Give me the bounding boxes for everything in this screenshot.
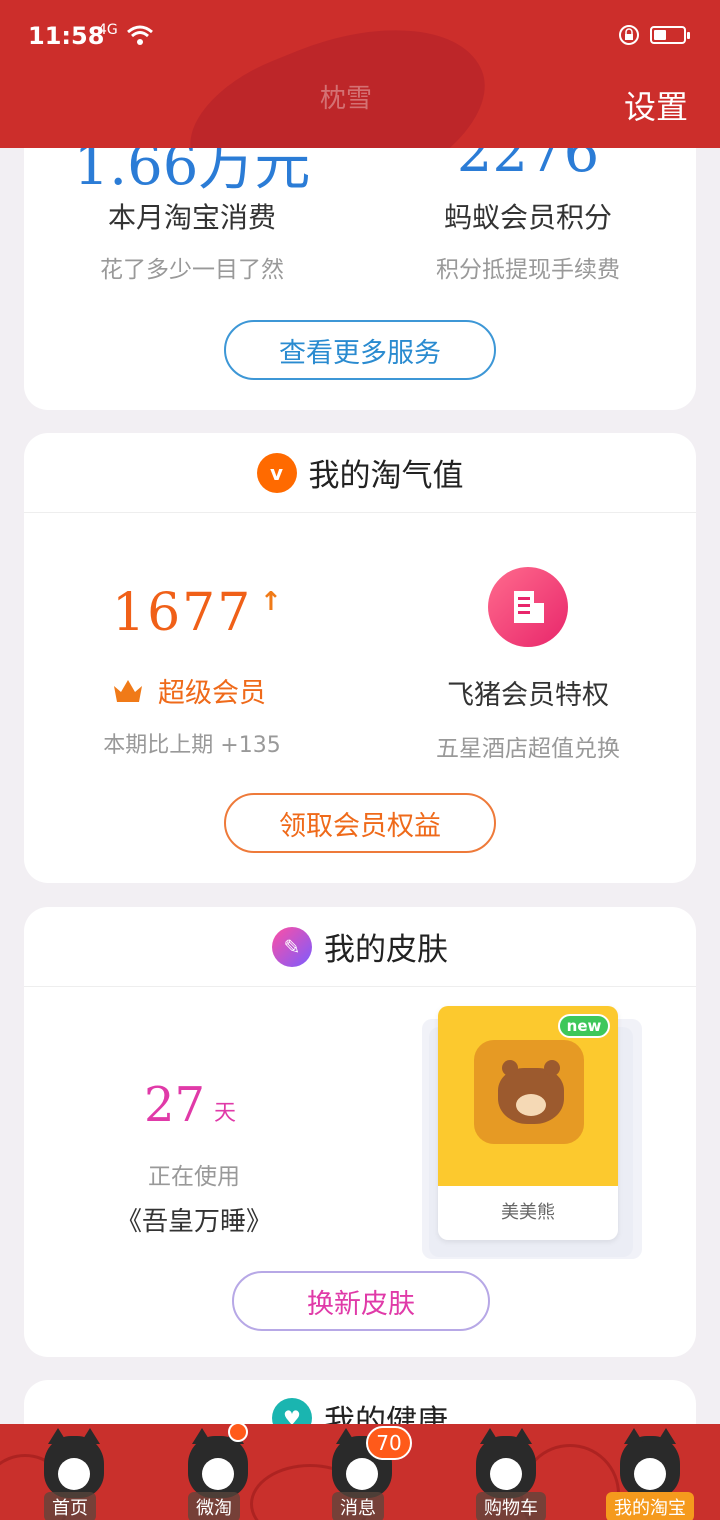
tab-label: 首页: [44, 1492, 96, 1520]
top-header: 11:58 4G 枕雪 设置: [0, 0, 720, 148]
crown-icon: [114, 679, 142, 702]
stat-subtitle: 花了多少一目了然: [100, 257, 284, 283]
message-count-badge: 70: [366, 1426, 412, 1460]
perk-subtitle: 五星酒店超值兑换: [436, 736, 620, 762]
tab-label: 消息: [332, 1492, 384, 1520]
battery-icon: [650, 26, 690, 44]
stat-title: 本月淘宝消费: [107, 201, 276, 234]
tab-home[interactable]: 首页: [0, 1424, 144, 1520]
rotation-lock-icon: [619, 25, 639, 45]
palette-icon: ✎: [272, 926, 312, 967]
change-skin-button[interactable]: 换新皮肤: [232, 1271, 490, 1331]
card-title: 我的淘气值: [308, 458, 464, 494]
signal-icon: 4G: [98, 22, 118, 38]
settings-button[interactable]: 设置: [624, 82, 688, 128]
bottom-tab-bar: 首页 微淘 消息 购物车 我的淘宝: [0, 1424, 720, 1520]
weitao-notification-dot: [228, 1422, 248, 1442]
skin-days-unit: 天: [214, 1101, 237, 1126]
tab-label: 微淘: [188, 1492, 240, 1520]
cat-avatar-icon: [44, 1428, 104, 1498]
skin-preview-name: 美美熊: [501, 1202, 555, 1223]
more-services-button[interactable]: 查看更多服务: [224, 320, 496, 380]
tab-label: 购物车: [476, 1492, 546, 1520]
skin-status-label: 正在使用: [148, 1164, 240, 1190]
skin-preview-card[interactable]: new 美美熊: [438, 1006, 618, 1240]
stat-subtitle: 积分抵提现手续费: [436, 257, 620, 283]
skin-days-value: 27: [144, 1077, 206, 1133]
tab-my-taobao[interactable]: 我的淘宝: [576, 1424, 720, 1520]
cat-avatar-icon: [620, 1428, 680, 1498]
member-level[interactable]: 超级会员: [112, 671, 266, 710]
new-badge: new: [558, 1014, 610, 1038]
wifi-icon: [127, 25, 153, 45]
tab-weitao[interactable]: 微淘: [144, 1424, 288, 1520]
cat-avatar-icon: [188, 1428, 248, 1498]
building-icon[interactable]: [488, 567, 568, 647]
taoqi-card: v 我的淘气值 1677 ↑ 超级会员 本期比上期 +135 飞猪会员特权 五星…: [24, 433, 696, 883]
v-icon: v: [256, 452, 297, 493]
redaction-smear: [170, 0, 510, 148]
card-header[interactable]: v 我的淘气值: [24, 433, 696, 513]
status-time: 11:58: [28, 22, 105, 50]
perk-title[interactable]: 飞猪会员特权: [360, 673, 696, 712]
score-compare: 本期比上期 +135: [103, 733, 281, 758]
tab-cart[interactable]: 购物车: [432, 1424, 576, 1520]
stat-title: 蚂蚁会员积分: [443, 201, 612, 234]
claim-benefits-button[interactable]: 领取会员权益: [224, 793, 496, 853]
card-header[interactable]: ✎ 我的皮肤: [24, 907, 696, 987]
member-level-label: 超级会员: [158, 678, 266, 709]
tab-label: 我的淘宝: [606, 1492, 694, 1520]
cat-avatar-icon: [476, 1428, 536, 1498]
card-title: 我的皮肤: [324, 932, 448, 968]
current-skin-name[interactable]: 《吾皇万睡》: [54, 1201, 334, 1238]
arrow-up-icon: ↑: [260, 587, 282, 617]
taoqi-score[interactable]: 1677: [112, 583, 252, 643]
skin-card: ✎ 我的皮肤 27 天 正在使用 《吾皇万睡》 new 美美熊 换新皮肤: [24, 907, 696, 1357]
user-name: 枕雪: [320, 84, 373, 114]
